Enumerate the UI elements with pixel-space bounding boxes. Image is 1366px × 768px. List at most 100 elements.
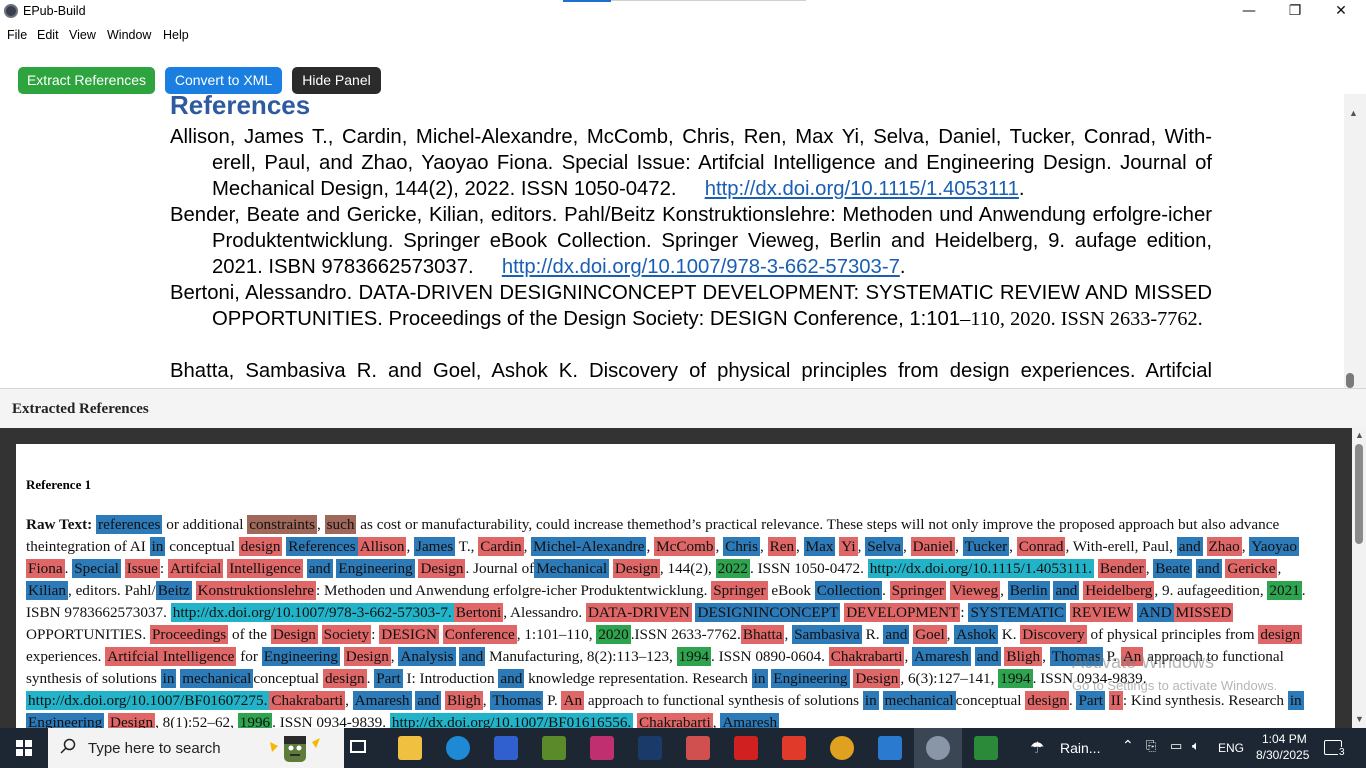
window-title: EPub-Build: [23, 4, 86, 18]
panel-scroll-thumb[interactable]: [1355, 444, 1363, 544]
toolbar: Extract References Convert to XML Hide P…: [0, 48, 1344, 94]
clock-date[interactable]: 8/30/2025: [1256, 748, 1309, 762]
token-blue: and: [498, 669, 525, 688]
token-red: An: [561, 691, 585, 710]
minimize-button[interactable]: —: [1226, 0, 1272, 24]
token-red: II: [1108, 691, 1123, 710]
title-accent: [563, 0, 611, 2]
token-blue: in: [160, 669, 177, 688]
token-blue: SYSTEMATIC: [968, 603, 1067, 622]
token-red: Intelligence: [160, 647, 237, 666]
token-red: Gericke: [1225, 559, 1278, 578]
token-blue: Selva: [865, 537, 903, 556]
language-indicator[interactable]: ENG: [1218, 741, 1244, 755]
pdf-reader-icon[interactable]: [590, 736, 614, 760]
document-scroll-thumb[interactable]: [1346, 373, 1354, 388]
reference-link[interactable]: http://dx.doi.org/10.1115/1.4053111: [705, 178, 1019, 200]
token-red: Konstruktionslehre: [195, 581, 316, 600]
token-red: Design: [853, 669, 901, 688]
token-red: design: [238, 537, 283, 556]
game-icon[interactable]: [542, 736, 566, 760]
windows-icon: [16, 740, 32, 756]
menu-view[interactable]: View: [69, 28, 96, 42]
vscode-icon[interactable]: [878, 736, 902, 760]
clock-time[interactable]: 1:04 PM: [1262, 732, 1307, 746]
extract-references-button[interactable]: Extract References: [18, 67, 155, 94]
token-blue: in: [751, 669, 768, 688]
network-icon[interactable]: ▭: [1170, 739, 1182, 754]
scroll-down-icon[interactable]: ▼: [1355, 714, 1364, 724]
menu-file[interactable]: File: [7, 28, 27, 42]
spreadsheet-icon[interactable]: [974, 736, 998, 760]
taskbar: Type here to search ☂ Rain... ⌃ ⎘ ▭ 🔈︎ E…: [0, 728, 1366, 768]
token-blue: and: [1195, 559, 1222, 578]
tray-chevron-icon[interactable]: ⌃: [1122, 738, 1134, 754]
chrome-icon[interactable]: [830, 736, 854, 760]
token-blue: Chris: [723, 537, 760, 556]
token-red: Chakrabarti: [637, 713, 713, 728]
token-red: Design: [418, 559, 466, 578]
reference-entry: Allison, James T., Cardin, Michel-Alexan…: [170, 126, 1212, 200]
token-blue: mechanical: [180, 669, 254, 688]
menu-edit[interactable]: Edit: [37, 28, 59, 42]
token-red: Cardin: [478, 537, 524, 556]
acrobat-icon[interactable]: [734, 736, 758, 760]
weather-text[interactable]: Rain...: [1060, 740, 1100, 756]
raw-text: Raw Text: references or additional const…: [26, 514, 1326, 728]
volume-icon[interactable]: 🔈︎: [1192, 739, 1200, 754]
token-red: Daniel: [910, 537, 956, 556]
scroll-up-icon[interactable]: ▲: [1355, 430, 1364, 440]
task-view-icon[interactable]: [348, 728, 372, 768]
document-viewer[interactable]: References Allison, James T., Cardin, Mi…: [0, 94, 1344, 388]
xmind-icon[interactable]: [494, 736, 518, 760]
token-red: Bhatta: [740, 625, 785, 644]
app-icon: [4, 4, 18, 18]
photoshop-icon[interactable]: [638, 736, 662, 760]
token-blue: Beitz: [155, 581, 192, 600]
token-red: Heidelberg: [1083, 581, 1155, 600]
menu-help[interactable]: Help: [163, 28, 189, 42]
token-blue: and: [415, 691, 442, 710]
token-blue: references: [96, 515, 163, 534]
document-scrollbar[interactable]: ▲: [1344, 94, 1366, 388]
meet-icon[interactable]: ⎘: [1146, 739, 1156, 754]
token-blue: Amaresh: [352, 691, 412, 710]
token-blue: Yaoyao: [1249, 537, 1300, 556]
token-red: Design: [108, 713, 156, 728]
token-red: Artifcial: [105, 647, 161, 666]
token-red: Conference: [442, 625, 517, 644]
token-red: DEVELOPMENT: [844, 603, 961, 622]
start-button[interactable]: [0, 728, 48, 768]
token-blue: in: [1287, 691, 1304, 710]
token-blue: Max: [803, 537, 836, 556]
restore-button[interactable]: ❐: [1272, 0, 1318, 24]
search-placeholder: Type here to search: [88, 740, 221, 757]
token-red: design: [1258, 625, 1303, 644]
edge-icon[interactable]: [446, 736, 470, 760]
close-button[interactable]: ✕: [1318, 0, 1364, 24]
weather-icon[interactable]: ☂: [1030, 738, 1044, 758]
activation-watermark: Activate Windows: [1072, 652, 1215, 672]
token-red: Design: [270, 625, 318, 644]
reference-title: Reference 1: [26, 477, 92, 492]
token-red: Bligh: [445, 691, 483, 710]
file-explorer-icon[interactable]: [398, 736, 422, 760]
reference-link[interactable]: http://dx.doi.org/10.1007/978-3-662-5730…: [502, 256, 900, 278]
notification-count: 3: [1338, 747, 1346, 758]
convert-to-xml-button[interactable]: Convert to XML: [165, 67, 282, 94]
hide-panel-button[interactable]: Hide Panel: [292, 67, 381, 94]
scroll-up-icon[interactable]: ▲: [1349, 108, 1358, 118]
title-bar: EPub-Build — ❐ ✕: [0, 0, 1366, 24]
menu-window[interactable]: Window: [107, 28, 151, 42]
token-red: MISSED: [1173, 603, 1234, 622]
token-red: Discovery: [1020, 625, 1087, 644]
token-red: Conrad: [1016, 537, 1066, 556]
gallery-icon[interactable]: [686, 736, 710, 760]
reference-entry: Bertoni, Alessandro. DATA-DRIVEN DESIGNI…: [170, 280, 1212, 332]
token-red: Intelligence: [227, 559, 303, 578]
token-year: 1994: [676, 647, 712, 666]
electron-app-icon[interactable]: [926, 736, 950, 760]
token-red: Issue: [124, 559, 160, 578]
pdf-tool-icon[interactable]: [782, 736, 806, 760]
token-link: http://dx.doi.org/10.1007/978-3-662-5730…: [170, 603, 454, 622]
